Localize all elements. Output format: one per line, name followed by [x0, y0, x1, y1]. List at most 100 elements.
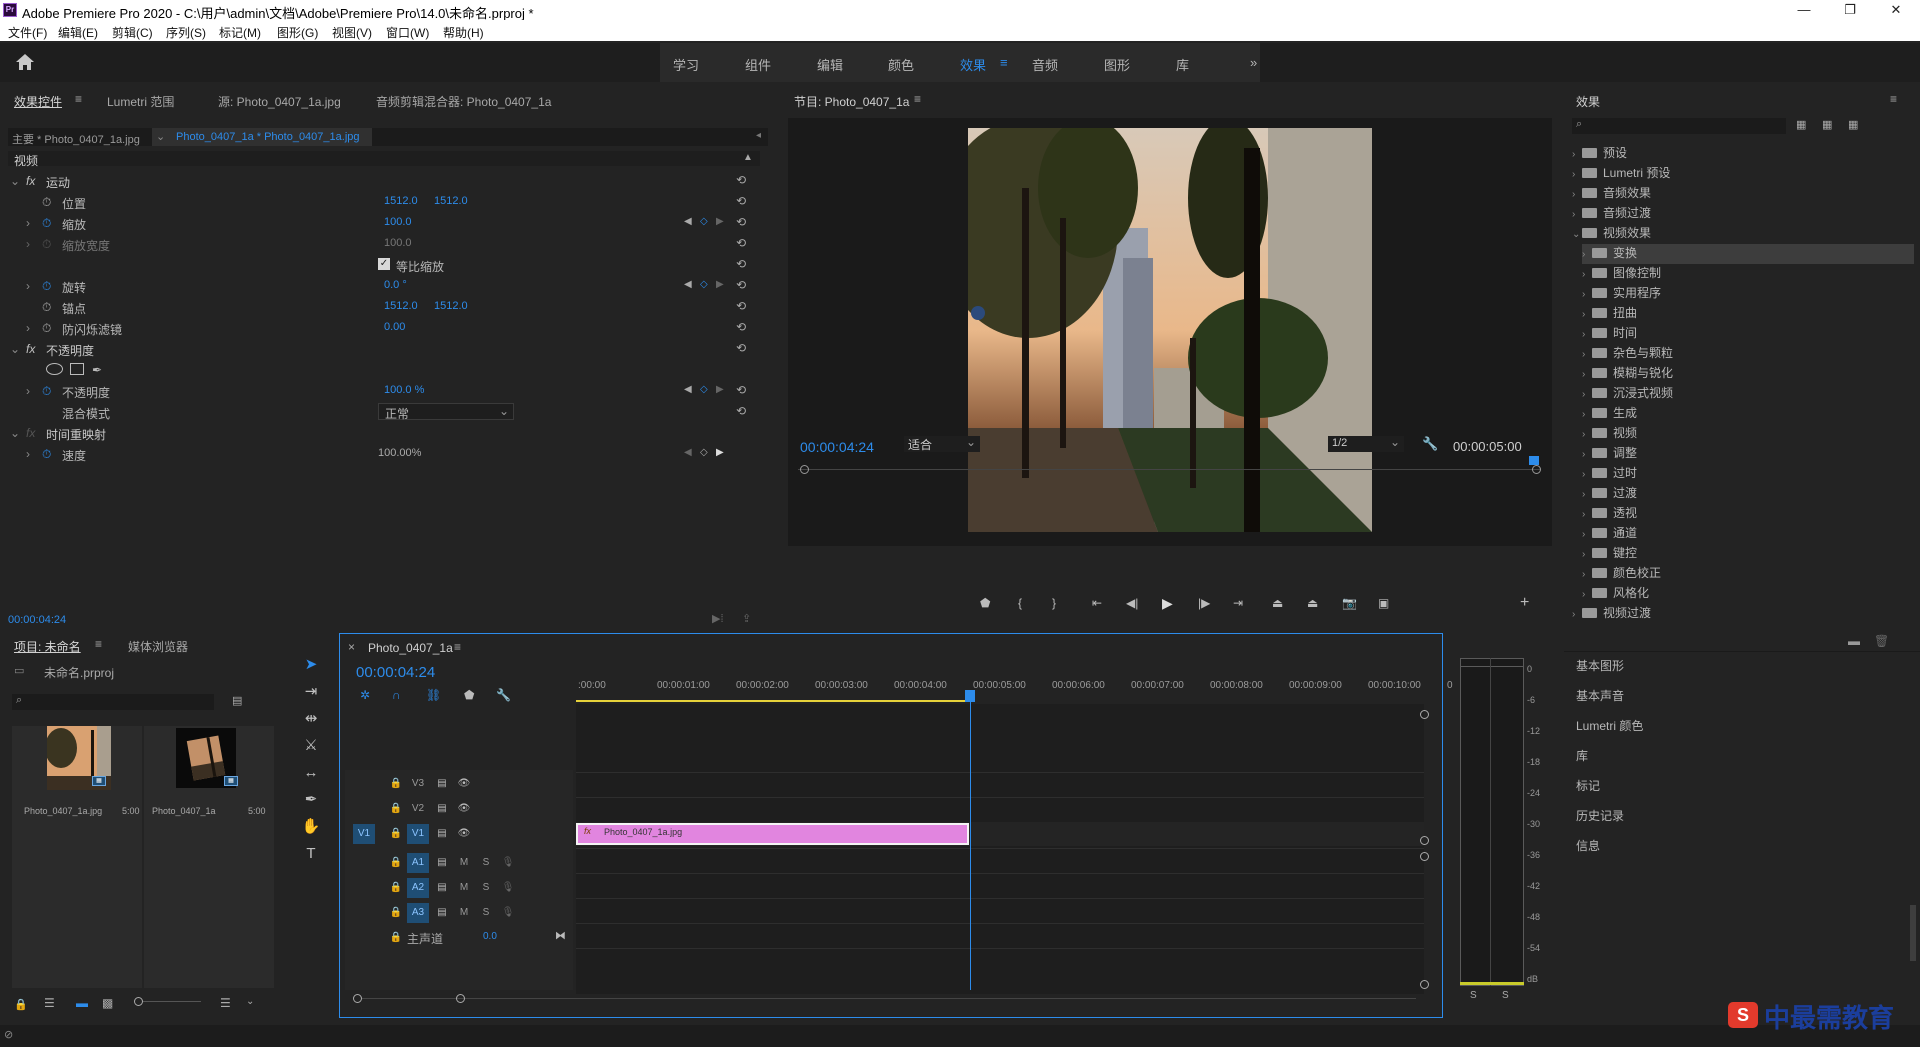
nest-icon[interactable]: ✲ — [360, 688, 370, 702]
scrollbar[interactable] — [1910, 905, 1916, 961]
scroll-end-handle[interactable] — [456, 994, 465, 1003]
solo-button[interactable]: S — [475, 878, 497, 898]
go-to-end-icon[interactable]: ⧓ — [555, 929, 566, 942]
track-divider-handle[interactable] — [1420, 836, 1429, 845]
position-y-value[interactable]: 1512.0 — [434, 195, 468, 207]
workspace-tab-effects[interactable]: 效果 — [960, 55, 986, 74]
add-keyframe-icon[interactable]: ◇ — [700, 216, 708, 227]
project-search-input[interactable] — [12, 694, 214, 710]
menu-file[interactable]: 文件(F) — [8, 24, 47, 41]
pen-mask-icon[interactable]: ✒ — [92, 363, 102, 377]
go-to-out-icon[interactable]: ⇥ — [1233, 596, 1243, 610]
stopwatch-active-icon[interactable]: ⏱ — [42, 384, 51, 399]
clip-dropdown-icon[interactable]: ⌄ — [156, 130, 165, 143]
next-keyframe-icon[interactable]: ▶ — [716, 384, 724, 395]
work-area-bar[interactable] — [576, 700, 966, 702]
track-a2-label[interactable]: A2 — [407, 878, 429, 898]
scrub-start-handle[interactable] — [800, 465, 809, 474]
zoom-slider-handle[interactable] — [134, 997, 143, 1006]
wrench-icon[interactable]: 🔧 — [1422, 436, 1438, 452]
anchor-x-value[interactable]: 1512.0 — [384, 300, 418, 312]
tree-item-video-effect[interactable]: › 时间 — [1582, 324, 1637, 344]
prev-keyframe-icon[interactable]: ◀ — [684, 279, 692, 290]
minimize-button[interactable]: — — [1784, 0, 1824, 20]
sync-lock-icon[interactable]: ▤ — [431, 824, 453, 844]
master-clip-label[interactable]: 主要 * Photo_0407_1a.jpg — [12, 131, 140, 147]
expand-icon[interactable]: › — [26, 216, 30, 230]
tree-item-audio-transitions[interactable]: › 音频过渡 — [1572, 204, 1651, 224]
mute-button[interactable]: M — [453, 903, 475, 923]
mute-button[interactable]: M — [453, 878, 475, 898]
tree-item-video-effect[interactable]: › 杂色与颗粒 — [1582, 344, 1673, 364]
tree-item-presets[interactable]: › 预设 — [1572, 144, 1627, 164]
track-a1-label[interactable]: A1 — [407, 853, 429, 873]
opacity-value[interactable]: 100.0 % — [384, 384, 424, 396]
mic-icon[interactable]: 🎙 — [497, 903, 519, 923]
tree-item-video-effect[interactable]: › 通道 — [1582, 524, 1637, 544]
expand-icon[interactable]: › — [26, 237, 30, 251]
timeline-timecode[interactable]: 00:00:04:24 — [356, 664, 435, 681]
next-keyframe-icon[interactable]: ▶ — [716, 216, 724, 227]
project-item[interactable]: ▦ Photo_0407_1a.jpg 5:00 — [12, 726, 142, 990]
uniform-scale-checkbox[interactable]: ✓ — [378, 258, 390, 270]
stopwatch-icon[interactable]: ⏱ — [42, 237, 51, 252]
panel-menu-icon[interactable]: ≡ — [454, 640, 461, 654]
linked-selection-icon[interactable]: ⛓ — [426, 688, 441, 702]
next-keyframe-icon[interactable]: ▶ — [716, 447, 724, 458]
tree-item-video-effect[interactable]: › 变换 — [1582, 244, 1914, 264]
tree-item-video-effect[interactable]: › 风格化 — [1582, 584, 1649, 604]
sync-lock-icon[interactable]: ▤ — [431, 799, 453, 819]
tab-lumetri-scopes[interactable]: Lumetri 范围 — [107, 93, 174, 110]
tab-audio-clip-mixer[interactable]: 音频剪辑混合器: Photo_0407_1a — [376, 93, 551, 110]
time-remap-row[interactable]: ⌄ fx 时间重映射 — [8, 423, 760, 444]
stopwatch-active-icon[interactable]: ⏱ — [42, 216, 51, 231]
timeline-settings-icon[interactable]: 🔧 — [496, 688, 511, 702]
next-keyframe-icon[interactable]: ▶ — [716, 279, 724, 290]
lock-icon[interactable]: 🔒 — [385, 903, 407, 923]
sequence-tab[interactable]: Photo_0407_1a — [368, 641, 453, 655]
expand-icon[interactable]: ⌄ — [10, 426, 20, 440]
project-item[interactable]: ▦ Photo_0407_1a 5:00 — [144, 726, 274, 990]
reset-icon[interactable]: ⟲ — [736, 341, 750, 355]
sync-lock-icon[interactable]: ▤ — [431, 903, 453, 923]
fx-icon[interactable]: fx — [26, 174, 35, 188]
add-marker-icon[interactable]: ⬟ — [464, 688, 474, 702]
stopwatch-icon[interactable]: ⏱ — [42, 300, 51, 315]
panel-menu-icon[interactable]: ≡ — [1890, 92, 1897, 106]
lock-icon[interactable]: 🔒 — [385, 928, 407, 948]
motion-row[interactable]: ⌄ fx 运动 ⟲ — [8, 171, 760, 192]
panel-menu-icon[interactable]: ≡ — [95, 637, 102, 651]
menu-window[interactable]: 窗口(W) — [386, 24, 429, 41]
expand-icon[interactable]: ⌄ — [10, 342, 20, 356]
new-bin-icon[interactable]: ▬ — [1848, 634, 1860, 648]
type-tool-icon[interactable]: T — [300, 843, 322, 865]
tree-item-video-effect[interactable]: › 实用程序 — [1582, 284, 1661, 304]
position-x-value[interactable]: 1512.0 — [384, 195, 418, 207]
expand-icon[interactable]: › — [26, 321, 30, 335]
list-view-icon[interactable]: ☰ — [44, 996, 55, 1010]
reset-icon[interactable]: ⟲ — [736, 320, 750, 334]
play-audio-icon[interactable]: ▶⁞ — [712, 612, 724, 625]
tree-item-video-effect[interactable]: › 透视 — [1582, 504, 1637, 524]
add-button-icon[interactable]: + — [1520, 594, 1529, 612]
tree-item-video-effect[interactable]: › 图像控制 — [1582, 264, 1661, 284]
workspace-tab-graphics[interactable]: 图形 — [1104, 55, 1130, 74]
rectangle-mask-icon[interactable] — [70, 363, 84, 375]
playhead-marker[interactable] — [1529, 456, 1539, 465]
reset-icon[interactable]: ⟲ — [736, 194, 750, 208]
mic-icon[interactable]: 🎙 — [497, 878, 519, 898]
workspace-tab-editing[interactable]: 编辑 — [817, 55, 843, 74]
solo-button[interactable]: S — [475, 853, 497, 873]
side-panel-history[interactable]: 历史记录 — [1576, 807, 1624, 824]
tree-item-video-effects[interactable]: ⌄ 视频效果 — [1572, 224, 1651, 244]
reset-icon[interactable]: ⟲ — [736, 383, 750, 397]
effect-controls-timecode[interactable]: 00:00:04:24 — [8, 614, 66, 626]
stopwatch-active-icon[interactable]: ⏱ — [42, 279, 51, 294]
fit-select[interactable]: 适合 ⌄ — [904, 435, 980, 452]
lock-icon[interactable]: 🔒 — [385, 853, 407, 873]
effects-search-input[interactable] — [1572, 118, 1786, 134]
step-forward-icon[interactable]: |▶ — [1198, 596, 1210, 610]
side-panel-essential-graphics[interactable]: 基本图形 — [1576, 657, 1624, 674]
mute-button[interactable]: M — [453, 853, 475, 873]
lock-icon[interactable]: 🔒 — [385, 824, 407, 844]
